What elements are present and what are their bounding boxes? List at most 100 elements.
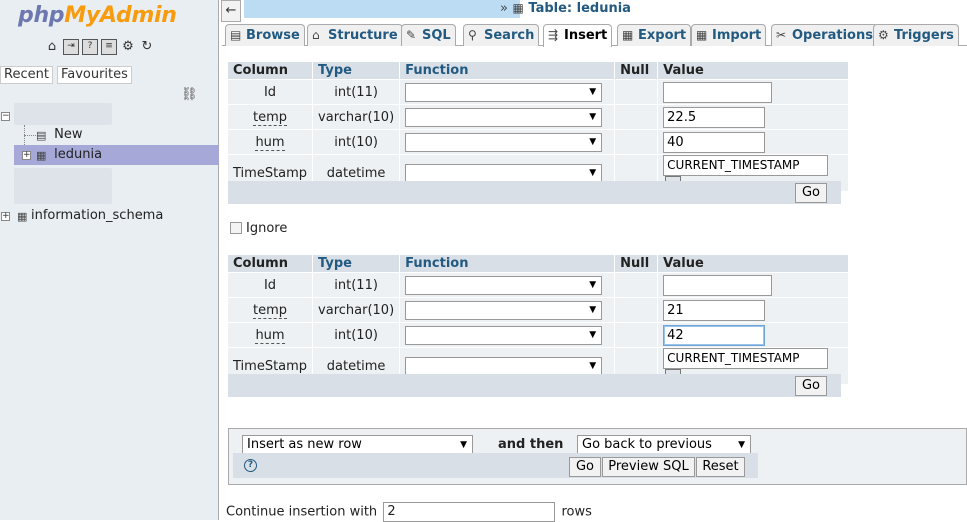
tab-insert[interactable]: ⇶ Insert (543, 24, 613, 47)
tab-insert-label: Insert (564, 28, 608, 43)
column-type: varchar(10) (313, 298, 400, 322)
value-input-timestamp[interactable]: CURRENT_TIMESTAMP (663, 348, 829, 369)
header-function[interactable]: Function (400, 62, 615, 79)
search-icon: ⚲ (468, 28, 477, 42)
navigation-panel: phpMyAdmin ⌂ ⇥ ? ≡ ⚙ ↻ Recent Favourites… (0, 0, 219, 520)
tab-operations[interactable]: ✂ Operations (771, 24, 878, 46)
value-input-hum[interactable]: 42 (663, 324, 766, 346)
go-button-form-1[interactable]: Go (795, 183, 827, 203)
go-button-form-2[interactable]: Go (795, 376, 827, 396)
and-then-label: and then (498, 437, 564, 452)
operations-icon: ✂ (776, 28, 787, 42)
import-icon: ▦ (696, 28, 708, 42)
recent-tab[interactable]: Recent (0, 66, 53, 84)
function-select[interactable] (405, 325, 603, 345)
table-row: temp varchar(10) 22.5 (228, 105, 849, 129)
header-function[interactable]: Function (400, 255, 615, 272)
exit-icon[interactable]: ⇥ (63, 39, 79, 55)
tab-triggers[interactable]: ⚙ Triggers (873, 24, 959, 46)
ignore-checkbox[interactable]: Ignore (230, 221, 287, 237)
tab-search[interactable]: ⚲ Search (463, 24, 540, 46)
continue-prefix: Continue insertion with (226, 504, 378, 520)
continue-suffix: rows (561, 504, 592, 520)
collapse-server-icon[interactable]: − (1, 112, 10, 121)
insert-form-2: Column Type Function Null Value Id int(1… (227, 254, 849, 385)
redacted-db-nodes (14, 168, 112, 204)
logo-php: php (18, 3, 65, 28)
favourites-tab[interactable]: Favourites (56, 66, 132, 84)
docs-icon[interactable]: ? (82, 39, 98, 55)
after-insert-select[interactable]: Go back to previous page▼ (577, 435, 751, 470)
function-select[interactable] (405, 163, 603, 183)
column-type: int(11) (313, 80, 400, 104)
logo-myadmin: MyAdmin (64, 3, 177, 28)
link-with-main-icon[interactable]: ⛓ (181, 87, 198, 102)
ignore-label: Ignore (246, 221, 288, 236)
header-type[interactable]: Type (313, 62, 400, 79)
reset-button[interactable]: Reset (696, 457, 745, 477)
column-type: int(10) (313, 323, 400, 347)
value-input-id[interactable] (663, 81, 773, 103)
sql-docs-icon[interactable]: ≡ (101, 39, 117, 55)
function-select[interactable] (405, 132, 603, 152)
value-input-hum[interactable]: 40 (663, 131, 766, 153)
tab-browse[interactable]: ▤ Browse (225, 24, 305, 46)
expand-ledunia-icon[interactable]: + (22, 151, 31, 160)
value-input-timestamp[interactable]: CURRENT_TIMESTAMP (663, 155, 829, 176)
header-column: Column (228, 62, 313, 79)
tree-item-new-label: New (54, 127, 83, 142)
header-null: Null (615, 62, 658, 79)
column-name: hum (255, 134, 285, 151)
phpmyadmin-logo[interactable]: phpMyAdmin (18, 3, 177, 28)
header-null: Null (615, 255, 658, 272)
table-row: temp varchar(10) 21 (228, 298, 849, 322)
tree-item-information-schema-label: information_schema (31, 208, 164, 223)
tab-triggers-label: Triggers (894, 28, 954, 43)
export-icon: ▦ (622, 28, 634, 42)
collapse-navigation-button[interactable]: ← (221, 0, 241, 22)
value-input-temp[interactable]: 21 (663, 299, 766, 321)
insert-icon: ⇶ (548, 28, 559, 42)
tree-item-ledunia-label: ledunia (54, 147, 103, 162)
home-icon[interactable]: ⌂ (44, 39, 60, 55)
tab-import[interactable]: ▦ Import (691, 24, 767, 46)
tab-export[interactable]: ▦ Export (617, 24, 692, 46)
insert-mode-value: Insert as new row (247, 437, 362, 452)
reload-icon[interactable]: ↻ (139, 39, 155, 55)
value-input-id[interactable] (663, 274, 773, 296)
column-type: int(11) (313, 273, 400, 297)
go-button[interactable]: Go (569, 457, 601, 477)
function-select[interactable] (405, 107, 603, 127)
help-icon[interactable]: ? (244, 459, 257, 472)
table-row: Id int(11) (228, 80, 849, 104)
settings-icon[interactable]: ⚙ (120, 39, 136, 55)
structure-icon: ⌂ (312, 28, 320, 42)
tree-item-new[interactable]: ▤ New (36, 125, 83, 145)
expand-information-schema-icon[interactable]: + (1, 212, 10, 221)
function-select[interactable] (405, 275, 603, 295)
redacted-server-node (14, 103, 112, 125)
tab-sql[interactable]: ✎ SQL (401, 24, 456, 46)
value-input-temp[interactable]: 22.5 (663, 106, 766, 128)
ignore-checkbox-box[interactable] (230, 222, 242, 234)
column-name: TimeStamp (233, 358, 308, 375)
tab-structure[interactable]: ⌂ Structure (307, 24, 403, 46)
breadcrumb-separator: » (500, 1, 508, 16)
function-select[interactable] (405, 82, 603, 102)
tab-browse-label: Browse (246, 28, 300, 43)
insert-form-1: Column Type Function Null Value Id int(1… (227, 61, 849, 192)
function-select[interactable] (405, 356, 603, 376)
browse-icon: ▤ (230, 28, 242, 42)
preview-sql-button[interactable]: Preview SQL (602, 457, 695, 477)
function-select[interactable] (405, 300, 603, 320)
tree-item-ledunia[interactable]: ▦ ledunia (36, 145, 102, 165)
sql-icon: ✎ (406, 28, 417, 42)
insert-mode-select[interactable]: Insert as new row ▼ (242, 435, 473, 455)
tab-structure-label: Structure (328, 28, 398, 43)
header-type[interactable]: Type (313, 255, 400, 272)
breadcrumb-table[interactable]: Table: ledunia (528, 1, 631, 16)
tab-search-label: Search (484, 28, 535, 43)
tree-item-information-schema[interactable]: ▦ information_schema (17, 206, 163, 226)
table-tabs: ▤ Browse ⌂ Structure ✎ SQL ⚲ Search ⇶ Insert … (222, 24, 967, 47)
continue-rows-input[interactable]: 2 (383, 502, 556, 522)
